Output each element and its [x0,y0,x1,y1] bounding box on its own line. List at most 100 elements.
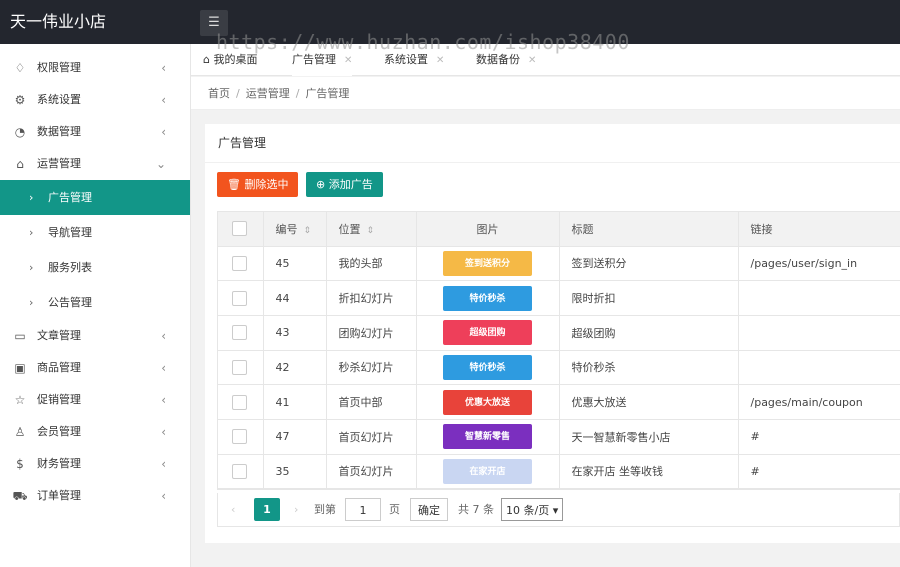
tab-data-backup[interactable]: 数据备份 ✕ [476,44,536,76]
page-title: 广告管理 [205,124,900,163]
cell-image: 优惠大放送 [416,384,560,420]
table-header-row: 编号 ⇕ 位置 ⇕ 图片 标题 链接 [218,212,900,247]
sidebar-item-system-settings[interactable]: ⚙ 系统设置 ‹ [0,84,190,116]
page-size-select[interactable]: 10 条/页 ▾ [501,498,564,521]
sidebar-subitem-services[interactable]: › 服务列表 [0,250,190,285]
chevron-left-icon: ‹ [161,361,166,375]
sidebar-subitem-label: 公告管理 [48,296,92,309]
cell-link: /pages/user/sign_in [738,246,900,282]
sidebar-item-data[interactable]: ◔ 数据管理 ‹ [0,116,190,148]
dollar-icon: $ [16,457,24,471]
ad-thumbnail[interactable]: 超级团购 [443,320,532,346]
thumbnail-text: 在家开店 [469,466,506,477]
column-position[interactable]: 位置 ⇕ [326,212,417,247]
sidebar-item-promotions[interactable]: ☆ 促销管理 ‹ [0,384,190,416]
button-label: 添加广告 [328,178,373,191]
tab-bar: ⌂ 我的桌面 广告管理 ✕ 系统设置 ✕ 数据备份 ✕ [191,44,900,76]
prev-page-button[interactable]: ‹ [231,498,235,521]
sidebar-item-permissions[interactable]: ♢ 权限管理 ‹ [0,52,190,84]
sidebar-subitem-nav[interactable]: › 导航管理 [0,215,190,250]
ad-thumbnail[interactable]: 特价秒杀 [443,285,532,311]
sidebar-item-products[interactable]: ▣ 商品管理 ‹ [0,352,190,384]
cell-image: 超级团购 [416,315,560,351]
page-size-value: 10 条/页 [506,504,550,517]
row-select-cell [218,384,264,420]
sidebar-item-label: 数据管理 [37,125,81,138]
goto-page-input[interactable]: 1 [345,498,381,521]
row-checkbox[interactable] [232,359,247,375]
star-icon: ☆ [14,393,26,407]
ad-thumbnail[interactable]: 签到送积分 [443,250,532,276]
column-link: 链接 [738,212,900,247]
tab-label: 我的桌面 [213,53,258,66]
cell-link: /pages/main/coupon [738,384,900,420]
tab-ads[interactable]: 广告管理 ✕ [292,44,353,76]
cell-link: # [738,454,900,490]
cell-id: 45 [263,246,327,282]
chevron-left-icon: ‹ [161,329,166,343]
current-page[interactable]: 1 [254,498,280,521]
row-select-cell [218,419,264,455]
row-checkbox[interactable] [232,394,247,410]
chevron-left-icon: ‹ [161,125,166,139]
cell-id: 42 [263,350,327,386]
column-id[interactable]: 编号 ⇕ [263,212,327,247]
ads-card: 广告管理 🗑 删除选中 ⊕ 添加广告 编号 ⇕ 位置 ⇕ 图片 标题 链接 45 我的 [205,124,900,543]
hamburger-icon[interactable]: ☰ [200,10,228,36]
row-select-cell [218,454,264,490]
ad-thumbnail[interactable]: 在家开店 [443,458,532,484]
thumbnail-text: 签到送积分 [464,258,510,269]
sidebar-subitem-announcements[interactable]: › 公告管理 [0,285,190,320]
sidebar-subitem-ads[interactable]: › 广告管理 [0,180,190,215]
sidebar-item-orders[interactable]: ⛟ 订单管理 ‹ [0,480,190,512]
chevron-right-icon: › [29,261,34,274]
cell-position: 我的头部 [326,246,417,282]
breadcrumb-home[interactable]: 首页 [208,87,230,100]
ad-thumbnail[interactable]: 智慧新零售 [443,424,532,450]
cell-position: 团购幻灯片 [326,315,417,351]
plus-circle-icon: ⊕ [316,178,326,191]
thumbnail-text: 特价秒杀 [469,362,506,373]
row-checkbox[interactable] [232,255,247,271]
sidebar-item-finance[interactable]: $ 财务管理 ‹ [0,448,190,480]
chevron-down-icon: ▾ [552,504,559,517]
home-icon: ⌂ [203,53,210,66]
goto-label: 到第 [314,503,336,516]
sidebar-item-members[interactable]: ♙ 会员管理 ‹ [0,416,190,448]
page-label: 页 [389,503,400,516]
tab-label: 系统设置 [384,53,428,66]
close-icon[interactable]: ✕ [528,55,536,66]
sidebar-item-operations[interactable]: ⌂ 运营管理 ⌄ [0,148,190,180]
top-bar: 天一伟业小店 ☰ [0,0,900,44]
chevron-left-icon: ‹ [161,425,166,439]
column-image: 图片 [416,212,560,247]
tab-my-desktop[interactable]: ⌂ 我的桌面 [203,44,257,76]
close-icon[interactable]: ✕ [344,55,352,66]
delete-selected-button[interactable]: 🗑 删除选中 [217,172,299,197]
close-icon[interactable]: ✕ [436,55,444,66]
ad-thumbnail[interactable]: 特价秒杀 [443,354,532,380]
chevron-right-icon: › [29,191,34,204]
row-checkbox[interactable] [232,325,247,341]
column-label: 编号 [275,222,298,236]
confirm-button[interactable]: 确定 [410,498,448,521]
row-checkbox[interactable] [232,290,247,306]
chevron-left-icon: ‹ [161,93,166,107]
sidebar-item-articles[interactable]: ▭ 文章管理 ‹ [0,320,190,352]
breadcrumb-current: 广告管理 [305,87,350,100]
ad-thumbnail[interactable]: 优惠大放送 [443,389,532,415]
cell-title: 天一智慧新零售小店 [559,419,739,455]
select-all-checkbox[interactable] [232,221,247,237]
add-ad-button[interactable]: ⊕ 添加广告 [306,172,383,197]
sort-icon[interactable]: ⇕ [304,226,312,236]
next-page-button[interactable]: › [294,498,298,521]
breadcrumb-operations[interactable]: 运营管理 [246,87,290,100]
tab-system-settings[interactable]: 系统设置 ✕ [384,44,444,76]
row-checkbox[interactable] [232,463,247,479]
cell-link [738,315,900,351]
sidebar-item-label: 会员管理 [37,425,81,438]
row-checkbox[interactable] [232,429,247,445]
app-title: 天一伟业小店 [10,12,107,31]
sort-icon[interactable]: ⇕ [367,226,375,236]
cell-id: 41 [263,384,327,420]
